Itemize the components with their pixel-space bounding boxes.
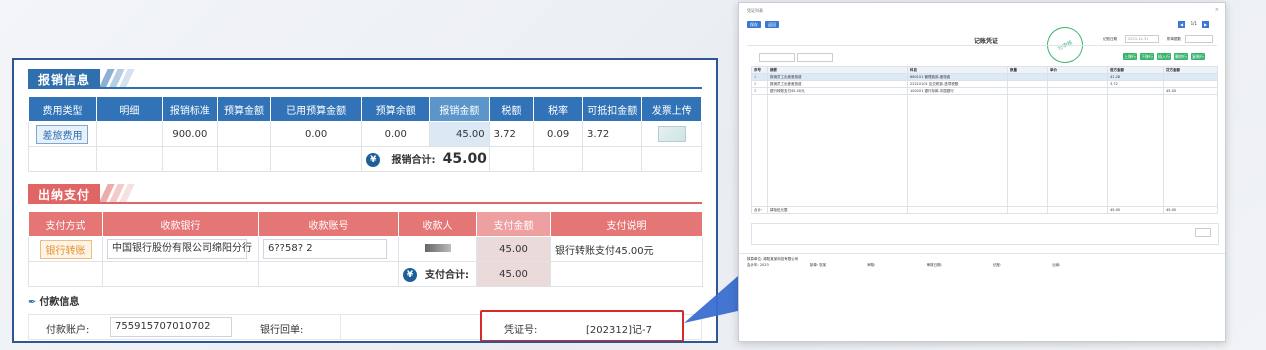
- voucher-table: 序号 摘要 科目 数量 单价 借方金额 贷方金额 1 报销员工出差差旅费 660…: [751, 66, 1218, 214]
- small-button[interactable]: [1195, 228, 1211, 237]
- table-row: 2 报销员工出差差旅费 22210101 应交税费-进项税额 3.72: [751, 80, 1218, 88]
- voucher-footer-row2: 会计年: 2023 制单: 张某 审核: 审核日期: 记账: 出纳:: [747, 263, 1061, 267]
- action-button[interactable]: 上移行: [1123, 53, 1137, 60]
- attach-label: 附单据数: [1167, 37, 1181, 41]
- table-row: 3 银行转账支付45.00元 100201 银行存款-中国银行 45.00: [751, 87, 1218, 95]
- action-button[interactable]: 插入行: [1157, 53, 1171, 60]
- prev-icon[interactable]: ◀: [1178, 21, 1185, 28]
- voucher-footer: 核算单位: 绵阳某某科技有限公司: [747, 257, 799, 261]
- back-button[interactable]: 返回: [765, 21, 779, 28]
- window-title: 凭证列表: [747, 8, 763, 13]
- close-icon[interactable]: ×: [1215, 7, 1219, 13]
- action-button[interactable]: 复制行: [1191, 53, 1205, 60]
- filter-input[interactable]: [797, 53, 833, 62]
- date-label: 记账日期: [1103, 37, 1117, 41]
- voucher-title: 记账凭证: [974, 38, 999, 45]
- save-button[interactable]: 保存: [747, 21, 761, 28]
- attach-field[interactable]: [1185, 35, 1213, 43]
- action-button[interactable]: 删除行: [1174, 53, 1188, 60]
- voucher-screenshot: 凭证列表 × 保存 返回 ◀ 1/1 ▶ 记账凭证 已审核 记账日期 2023-…: [738, 2, 1226, 342]
- page-indicator: 1/1: [1190, 21, 1197, 26]
- voucher-remarks-box: [751, 223, 1219, 245]
- action-button[interactable]: 下移行: [1140, 53, 1154, 60]
- next-icon[interactable]: ▶: [1202, 21, 1209, 28]
- voucher-header-row: 序号 摘要 科目 数量 单价 借方金额 贷方金额: [751, 66, 1218, 74]
- filter-select[interactable]: [759, 53, 795, 62]
- date-field[interactable]: 2023-12-31: [1125, 35, 1159, 43]
- table-row: 1 报销员工出差差旅费 660101 管理费用-差旅费 41.28: [751, 73, 1218, 81]
- voucher-total-row: 合计: 肆拾伍元整 45.00 45.00: [751, 206, 1218, 214]
